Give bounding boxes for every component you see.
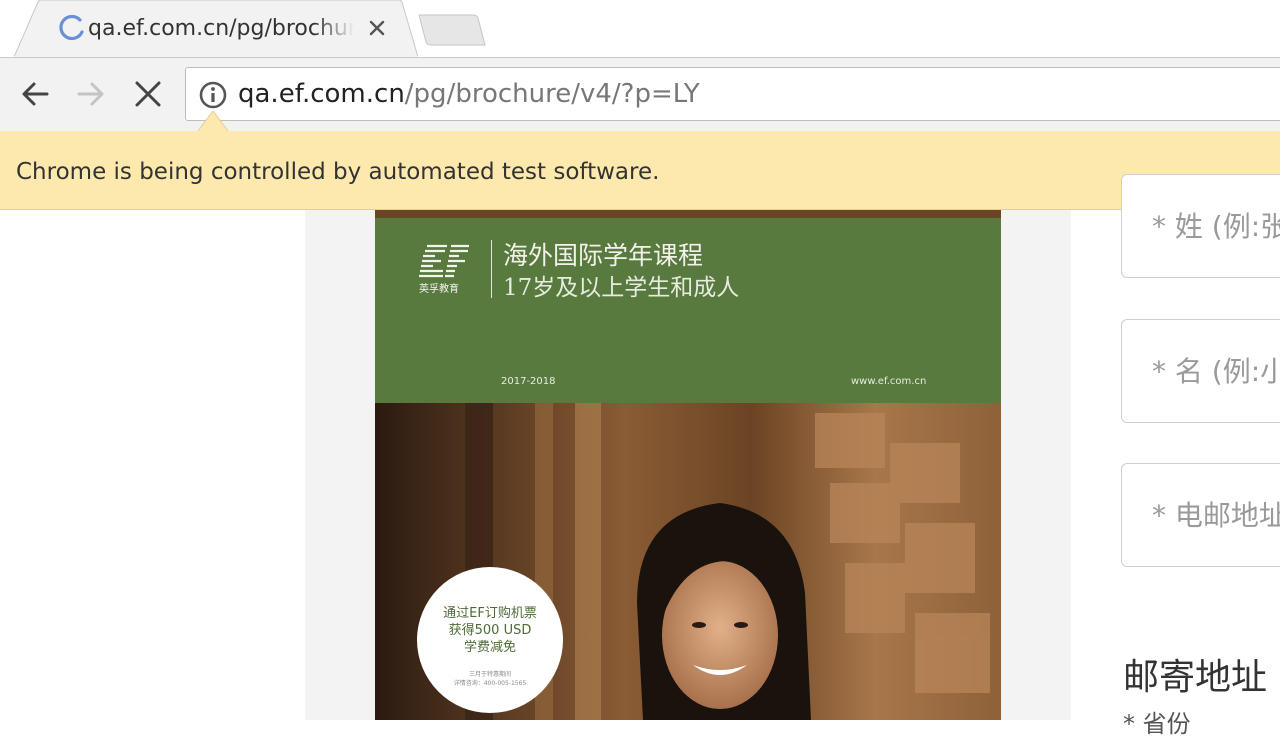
brochure-top-strip [375, 210, 1001, 218]
tab-close-icon[interactable] [366, 17, 388, 39]
new-tab-button[interactable] [417, 13, 487, 47]
tab-title: qa.ef.com.cn/pg/brochure/v4/?p=LY [88, 16, 354, 41]
web-page: 英孚教育 海外国际学年课程 17岁及以上学生和成人 2017-2018 www.… [0, 174, 1280, 738]
last-name-field[interactable] [1121, 174, 1280, 278]
header-divider [491, 240, 492, 298]
brochure-subtitle: 17岁及以上学生和成人 [503, 275, 740, 301]
ef-logo-subtext: 英孚教育 [419, 282, 459, 295]
badge-line-3: 学费减免 [463, 640, 516, 655]
brochure-title: 海外国际学年课程 [503, 241, 704, 270]
badge-line-2: 获得500 USD [448, 623, 532, 638]
brochure-year: 2017-2018 [501, 376, 556, 387]
brochure-website: www.ef.com.cn [851, 376, 927, 387]
brochure-header: 英孚教育 海外国际学年课程 17岁及以上学生和成人 2017-2018 www.… [375, 218, 1001, 403]
browser-toolbar: qa.ef.com.cn/pg/brochure/v4/?p=LY [0, 57, 1280, 131]
url-path: /pg/brochure/v4/?p=LY [404, 79, 700, 109]
email-field[interactable] [1121, 463, 1280, 567]
mailing-address-heading: 邮寄地址 [1123, 657, 1268, 698]
infobar-message: Chrome is being controlled by automated … [16, 159, 660, 185]
loading-spinner-icon [59, 14, 84, 41]
email-input[interactable] [1122, 464, 1280, 566]
promo-badge: 通过EF订购机票 获得500 USD 学费减免 三月于特惠期间 详情咨询：400… [417, 567, 563, 713]
ef-logo-icon: 英孚教育 [419, 244, 469, 295]
infobar-pointer [198, 110, 228, 132]
tab-strip: qa.ef.com.cn/pg/brochure/v4/?p=LY [0, 0, 1280, 57]
automation-infobar: Chrome is being controlled by automated … [0, 131, 1280, 210]
stop-loading-button[interactable] [130, 76, 166, 112]
forward-button[interactable] [73, 76, 109, 112]
last-name-input[interactable] [1122, 175, 1280, 277]
badge-line-1: 通过EF订购机票 [443, 606, 537, 621]
first-name-field[interactable] [1121, 319, 1280, 423]
browser-tab[interactable]: qa.ef.com.cn/pg/brochure/v4/?p=LY [14, 0, 418, 57]
address-url: qa.ef.com.cn/pg/brochure/v4/?p=LY [238, 77, 700, 111]
address-bar[interactable]: qa.ef.com.cn/pg/brochure/v4/?p=LY [185, 67, 1280, 121]
site-info-icon[interactable] [198, 80, 228, 110]
back-button[interactable] [17, 76, 53, 112]
badge-fineprint-2: 详情咨询：400-005-1565 [453, 680, 527, 687]
url-host: qa.ef.com.cn [238, 79, 405, 109]
badge-fineprint-1: 三月于特惠期间 [468, 671, 511, 678]
province-label: * 省份 [1123, 710, 1191, 738]
first-name-input[interactable] [1122, 320, 1280, 422]
brochure-cover-image: 英孚教育 海外国际学年课程 17岁及以上学生和成人 2017-2018 www.… [375, 210, 1001, 720]
